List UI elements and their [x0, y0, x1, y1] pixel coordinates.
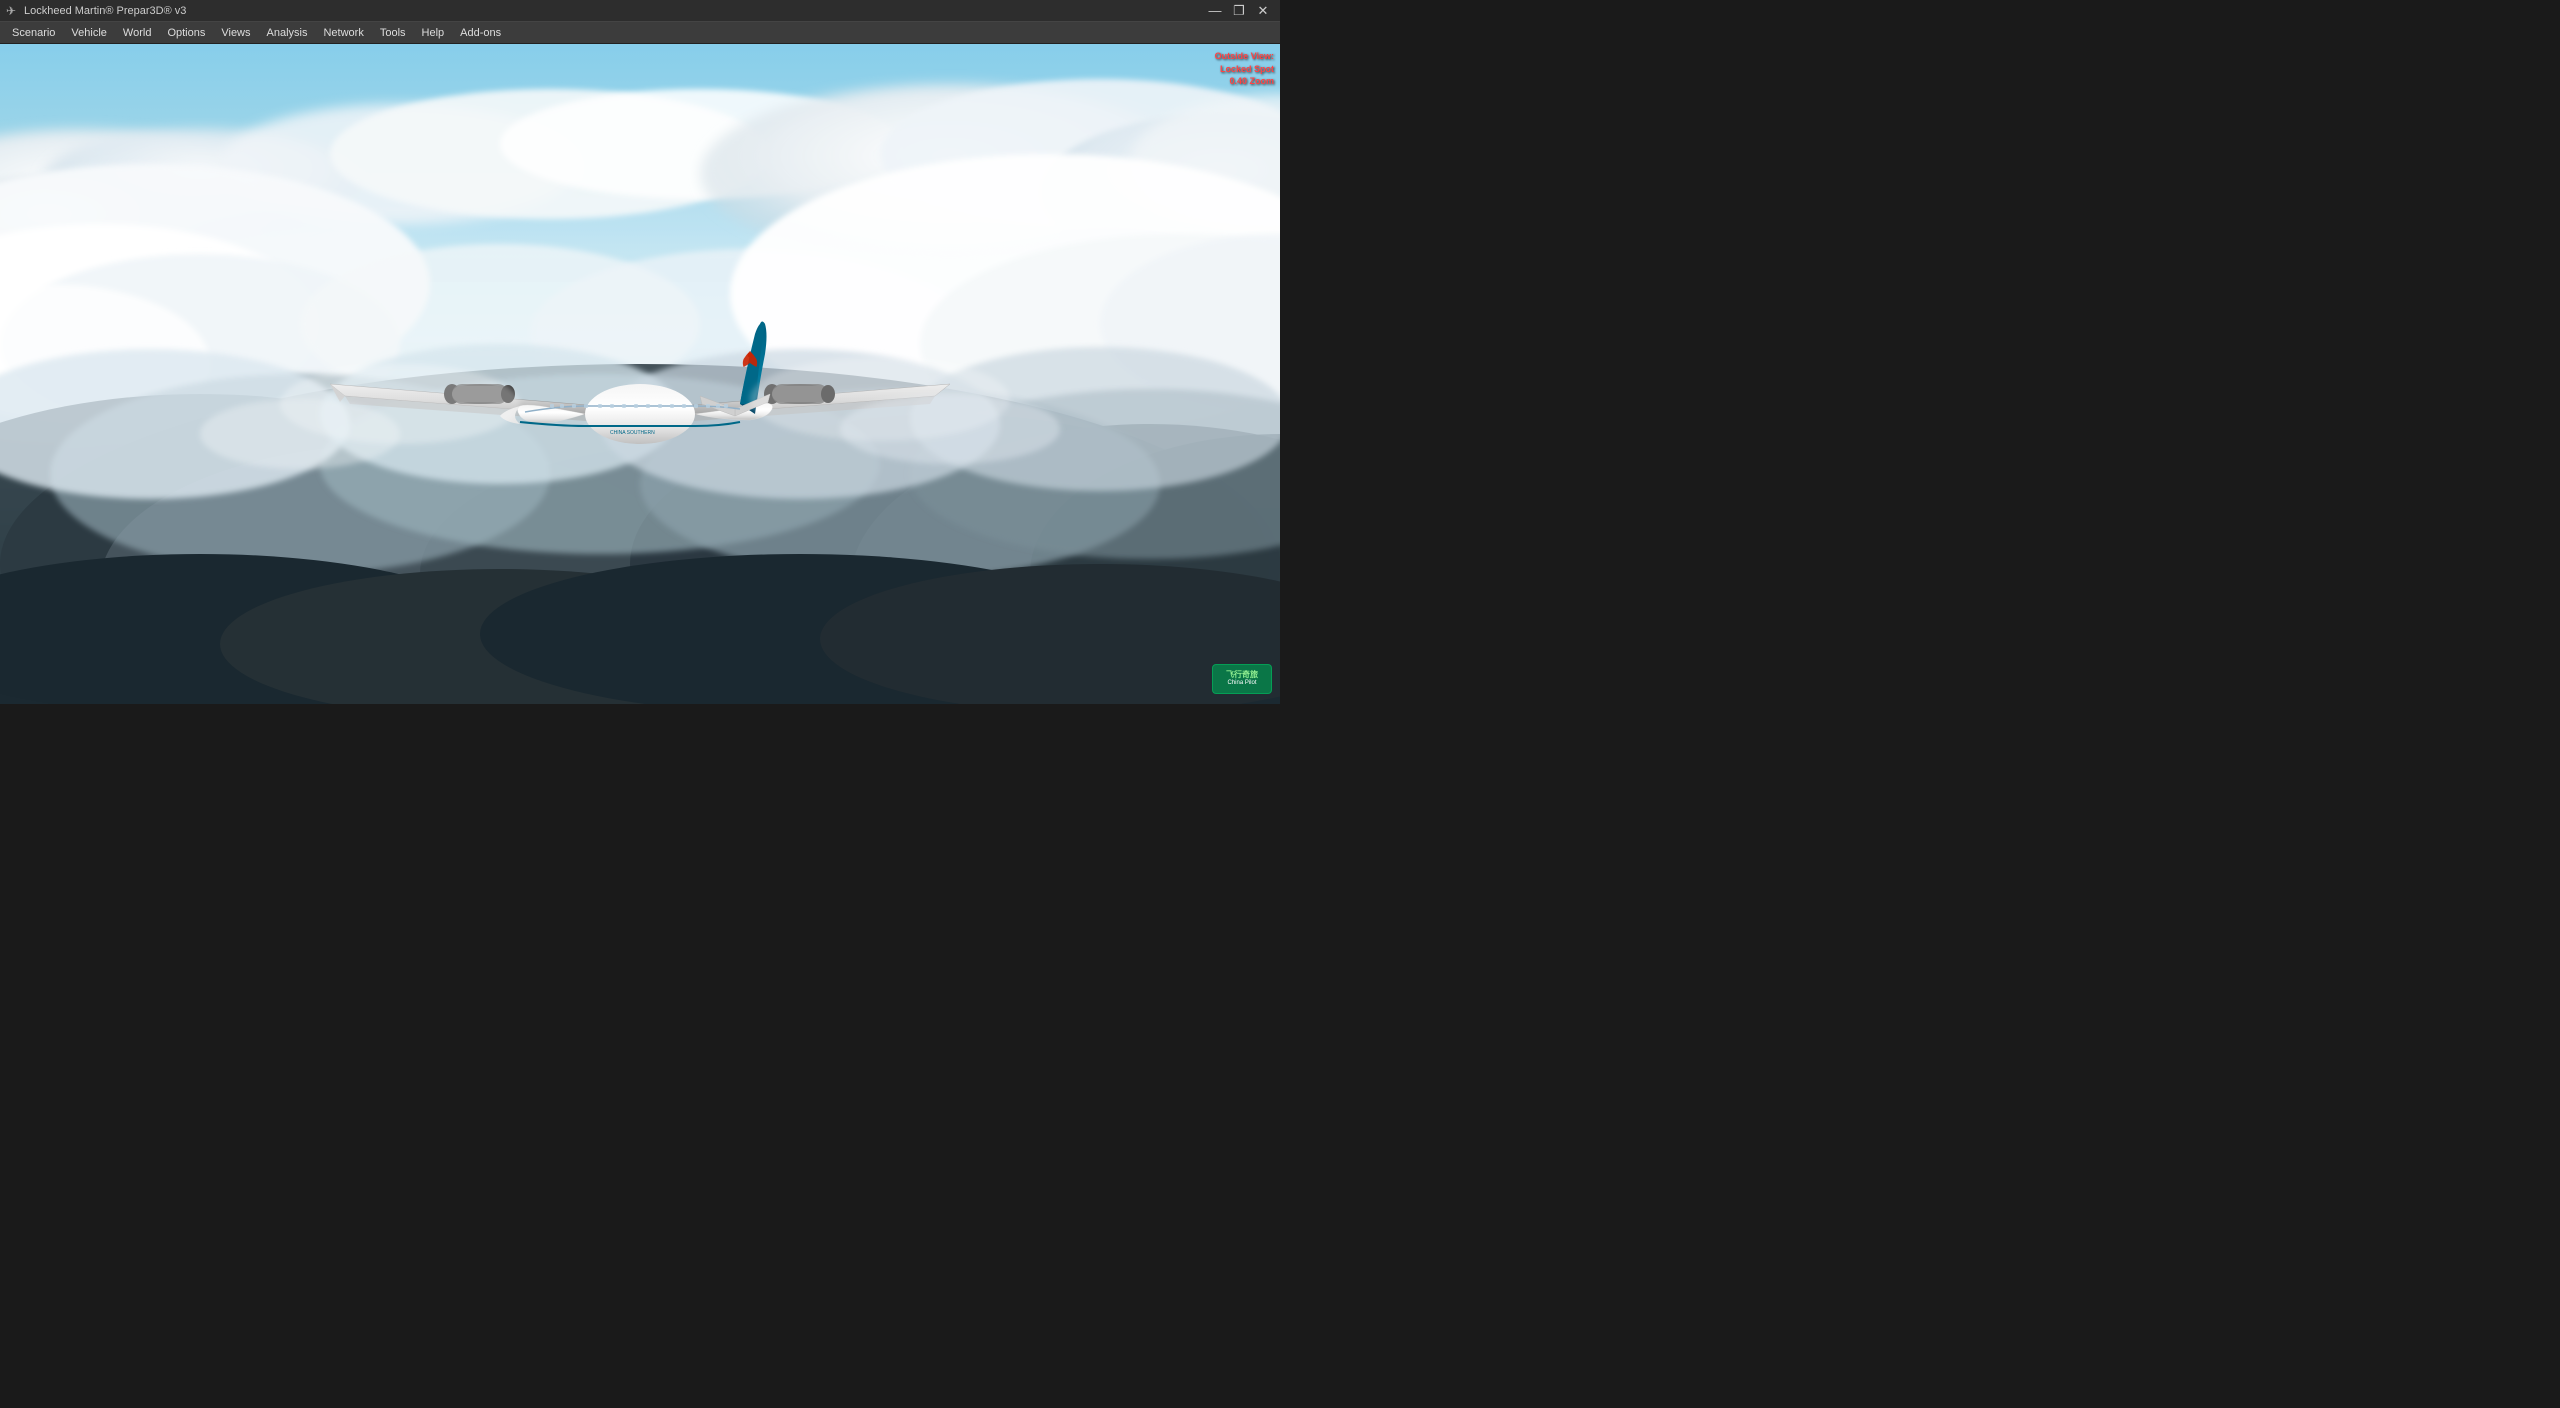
app-icon: ✈	[6, 4, 20, 18]
menu-item-world[interactable]: World	[115, 22, 160, 44]
titlebar: ✈ Lockheed Martin® Prepar3D® v3 — ❐ ✕	[0, 0, 1280, 22]
title-text: Lockheed Martin® Prepar3D® v3	[24, 5, 186, 17]
menu-item-network[interactable]: Network	[315, 22, 371, 44]
menu-item-vehicle[interactable]: Vehicle	[63, 22, 114, 44]
menu-item-tools[interactable]: Tools	[372, 22, 414, 44]
menu-item-addons[interactable]: Add-ons	[452, 22, 509, 44]
menu-item-views[interactable]: Views	[213, 22, 258, 44]
menu-item-help[interactable]: Help	[414, 22, 453, 44]
minimize-button[interactable]: —	[1204, 2, 1226, 20]
svg-text:CHINA SOUTHERN: CHINA SOUTHERN	[610, 430, 655, 436]
restore-button[interactable]: ❐	[1228, 2, 1250, 20]
menu-item-scenario[interactable]: Scenario	[4, 22, 63, 44]
titlebar-controls: — ❐ ✕	[1204, 2, 1274, 20]
menu-item-options[interactable]: Options	[159, 22, 213, 44]
flight-scene: CHINA SOUTHERN	[0, 44, 1280, 704]
menubar: ScenarioVehicleWorldOptionsViewsAnalysis…	[0, 22, 1280, 44]
main-viewport: CHINA SOUTHERN Outside View: Locked Spot…	[0, 44, 1280, 704]
close-button[interactable]: ✕	[1252, 2, 1274, 20]
titlebar-left: ✈ Lockheed Martin® Prepar3D® v3	[6, 4, 186, 18]
menu-item-analysis[interactable]: Analysis	[259, 22, 316, 44]
